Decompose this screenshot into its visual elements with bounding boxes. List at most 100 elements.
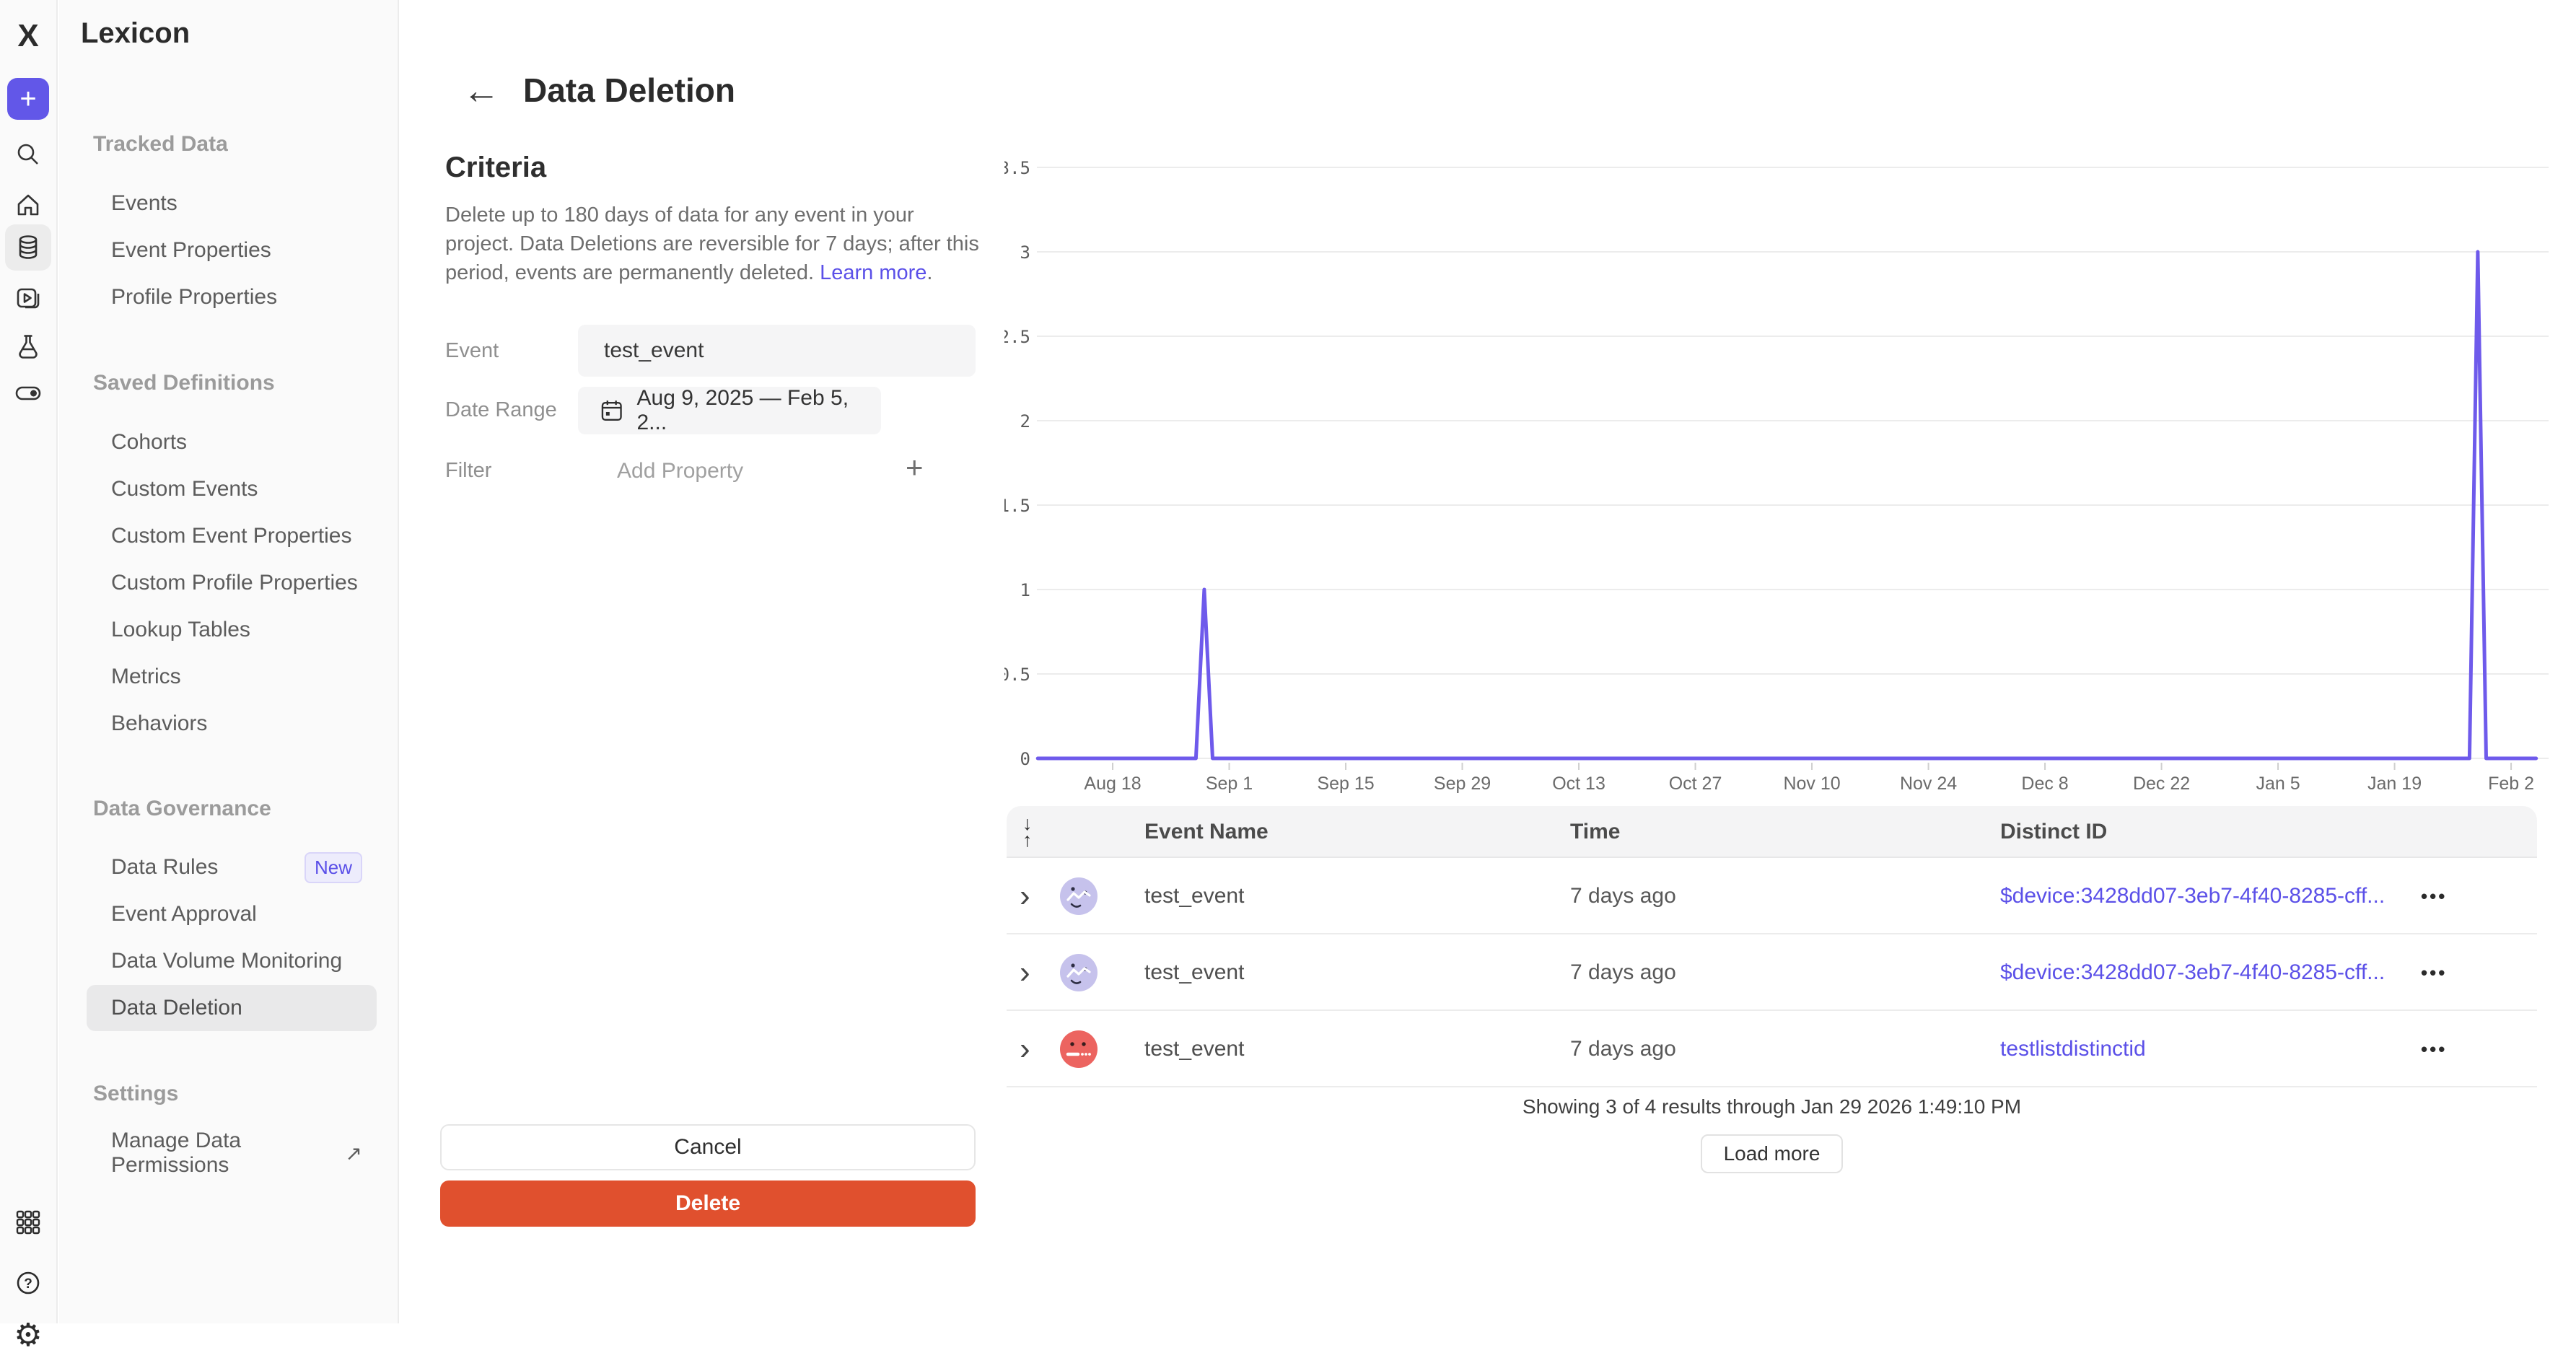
chevron-right-icon[interactable]: › [1020,858,1030,934]
event-value: test_event [604,338,704,363]
search-icon[interactable] [5,131,51,178]
avatar [1060,1011,1098,1087]
sidebar-item-label: Event Properties [111,238,271,263]
sidebar-item-data-rules[interactable]: Data Rules New [87,844,377,890]
sidebar-item-custom-profile-properties[interactable]: Custom Profile Properties [87,560,377,606]
chevron-right-icon[interactable]: › [1020,934,1030,1011]
sidebar-item-label: Custom Profile Properties [111,571,358,595]
row-time: 7 days ago [1570,934,1676,1011]
criteria-description-period: . [926,261,932,284]
feature-flags-icon[interactable] [5,370,51,416]
row-distinct-id-link[interactable]: testlistdistinctid [2000,1011,2146,1087]
learn-more-link[interactable]: Learn more [820,261,926,284]
sidebar-item-label: Manage Data Permissions [111,1129,336,1178]
mixpanel-logo-glyph: X [12,19,44,53]
sidebar-item-label: Data Volume Monitoring [111,949,342,973]
home-icon[interactable] [5,182,51,228]
cancel-button[interactable]: Cancel [440,1124,976,1170]
row-time: 7 days ago [1570,858,1676,934]
sidebar-item-event-properties[interactable]: Event Properties [87,227,377,273]
sidebar-item-label: Behaviors [111,711,207,736]
line-chart-svg: 00.511.522.533.5Aug 18Sep 1Sep 15Sep 29O… [1004,154,2563,804]
svg-text:Jan 5: Jan 5 [2256,774,2300,794]
sidebar-item-label: Data Deletion [111,996,242,1020]
experiments-icon[interactable] [5,323,51,369]
sidebar-item-custom-events[interactable]: Custom Events [87,466,377,512]
boards-icon[interactable] [5,276,51,322]
table-row[interactable]: › test_event 7 days ago $device:3428dd07… [1007,934,2537,1011]
sidebar-item-label: Lookup Tables [111,618,250,642]
lexicon-database-icon[interactable] [5,224,51,271]
row-event-name: test_event [1144,1011,1244,1087]
sidebar-item-events[interactable]: Events [87,180,377,227]
row-distinct-id-link[interactable]: $device:3428dd07-3eb7-4f40-8285-cff... [2000,934,2385,1011]
load-more-button[interactable]: Load more [1701,1134,1844,1173]
svg-text:3: 3 [1020,242,1030,263]
svg-text:3.5: 3.5 [1004,158,1030,178]
column-header-distinct-id[interactable]: Distinct ID [2000,806,2107,858]
svg-text:?: ? [24,1276,32,1292]
sidebar-item-profile-properties[interactable]: Profile Properties [87,274,377,320]
sidebar-section-settings: Settings [93,1082,367,1106]
table-row[interactable]: › test_event 7 days ago testlistdistinct… [1007,1011,2537,1087]
delete-button[interactable]: Delete [440,1180,976,1227]
sidebar-item-custom-event-properties[interactable]: Custom Event Properties [87,513,377,559]
sidebar-section-saved-definitions: Saved Definitions [93,371,367,395]
product-title: Lexicon [81,17,190,50]
add-property-button[interactable]: Add Property [617,459,743,483]
sidebar-item-data-deletion[interactable]: Data Deletion [87,985,377,1031]
lavender-face-avatar [1060,877,1098,915]
back-arrow-icon[interactable]: ← [458,68,504,114]
load-more-wrap: Load more [1007,1134,2537,1173]
sidebar-item-data-volume-monitoring[interactable]: Data Volume Monitoring [87,938,377,984]
ellipsis-icon[interactable]: ••• [2421,1011,2447,1087]
date-range-value: Aug 9, 2025 — Feb 5, 2... [637,386,882,435]
svg-text:Feb 2: Feb 2 [2488,774,2534,794]
chevron-right-icon[interactable]: › [1020,1011,1030,1087]
sort-arrows-icon[interactable]: ↓↑ [1022,806,1033,858]
row-distinct-id-link[interactable]: $device:3428dd07-3eb7-4f40-8285-cff... [2000,858,2385,934]
mixpanel-logo[interactable]: X [5,13,51,59]
column-header-event-name[interactable]: Event Name [1144,806,1269,858]
column-header-time[interactable]: Time [1570,806,1620,858]
svg-text:2: 2 [1020,411,1030,432]
page-title: Data Deletion [523,71,735,110]
table-row[interactable]: › test_event 7 days ago $device:3428dd07… [1007,858,2537,934]
plus-icon[interactable]: + [906,450,924,485]
coral-face-avatar [1060,1030,1098,1068]
sidebar-item-event-approval[interactable]: Event Approval [87,891,377,937]
row-event-name: test_event [1144,934,1244,1011]
apps-grid-icon[interactable] [5,1199,51,1245]
svg-text:Dec 8: Dec 8 [2021,774,2068,794]
svg-text:Oct 13: Oct 13 [1552,774,1605,794]
create-plus-button[interactable]: + [7,78,49,120]
sidebar-item-metrics[interactable]: Metrics [87,654,377,700]
settings-gear-icon[interactable]: ⚙ [5,1312,51,1358]
svg-text:Dec 22: Dec 22 [2133,774,2190,794]
sidebar-item-cohorts[interactable]: Cohorts [87,419,377,465]
sidebar-item-manage-data-permissions[interactable]: Manage Data Permissions ↗ [87,1130,377,1176]
main-content: ← Data Deletion Criteria Delete up to 18… [400,0,2576,1323]
sidebar-item-label: Custom Event Properties [111,524,351,548]
sidebar-item-label: Profile Properties [111,285,277,310]
calendar-icon [600,398,624,423]
row-time: 7 days ago [1570,1011,1676,1087]
nav-rail: X + [0,0,58,1323]
svg-text:1: 1 [1020,580,1030,600]
sidebar-item-lookup-tables[interactable]: Lookup Tables [87,607,377,653]
event-volume-chart: 00.511.522.533.5Aug 18Sep 1Sep 15Sep 29O… [1004,154,2563,804]
lexicon-sidebar: Lexicon Tracked Data Events Event Proper… [59,0,399,1323]
help-icon[interactable]: ? [5,1260,51,1306]
date-range-label: Date Range [445,398,557,422]
sidebar-item-label: Metrics [111,665,181,689]
svg-text:2.5: 2.5 [1004,327,1030,347]
sidebar-item-label: Event Approval [111,902,257,926]
sidebar-item-behaviors[interactable]: Behaviors [87,701,377,747]
date-range-picker[interactable]: Aug 9, 2025 — Feb 5, 2... [578,387,881,434]
svg-text:Oct 27: Oct 27 [1669,774,1722,794]
ellipsis-icon[interactable]: ••• [2421,858,2447,934]
event-label: Event [445,339,499,363]
svg-text:Sep 29: Sep 29 [1434,774,1491,794]
event-input[interactable]: test_event [578,325,976,377]
ellipsis-icon[interactable]: ••• [2421,934,2447,1011]
